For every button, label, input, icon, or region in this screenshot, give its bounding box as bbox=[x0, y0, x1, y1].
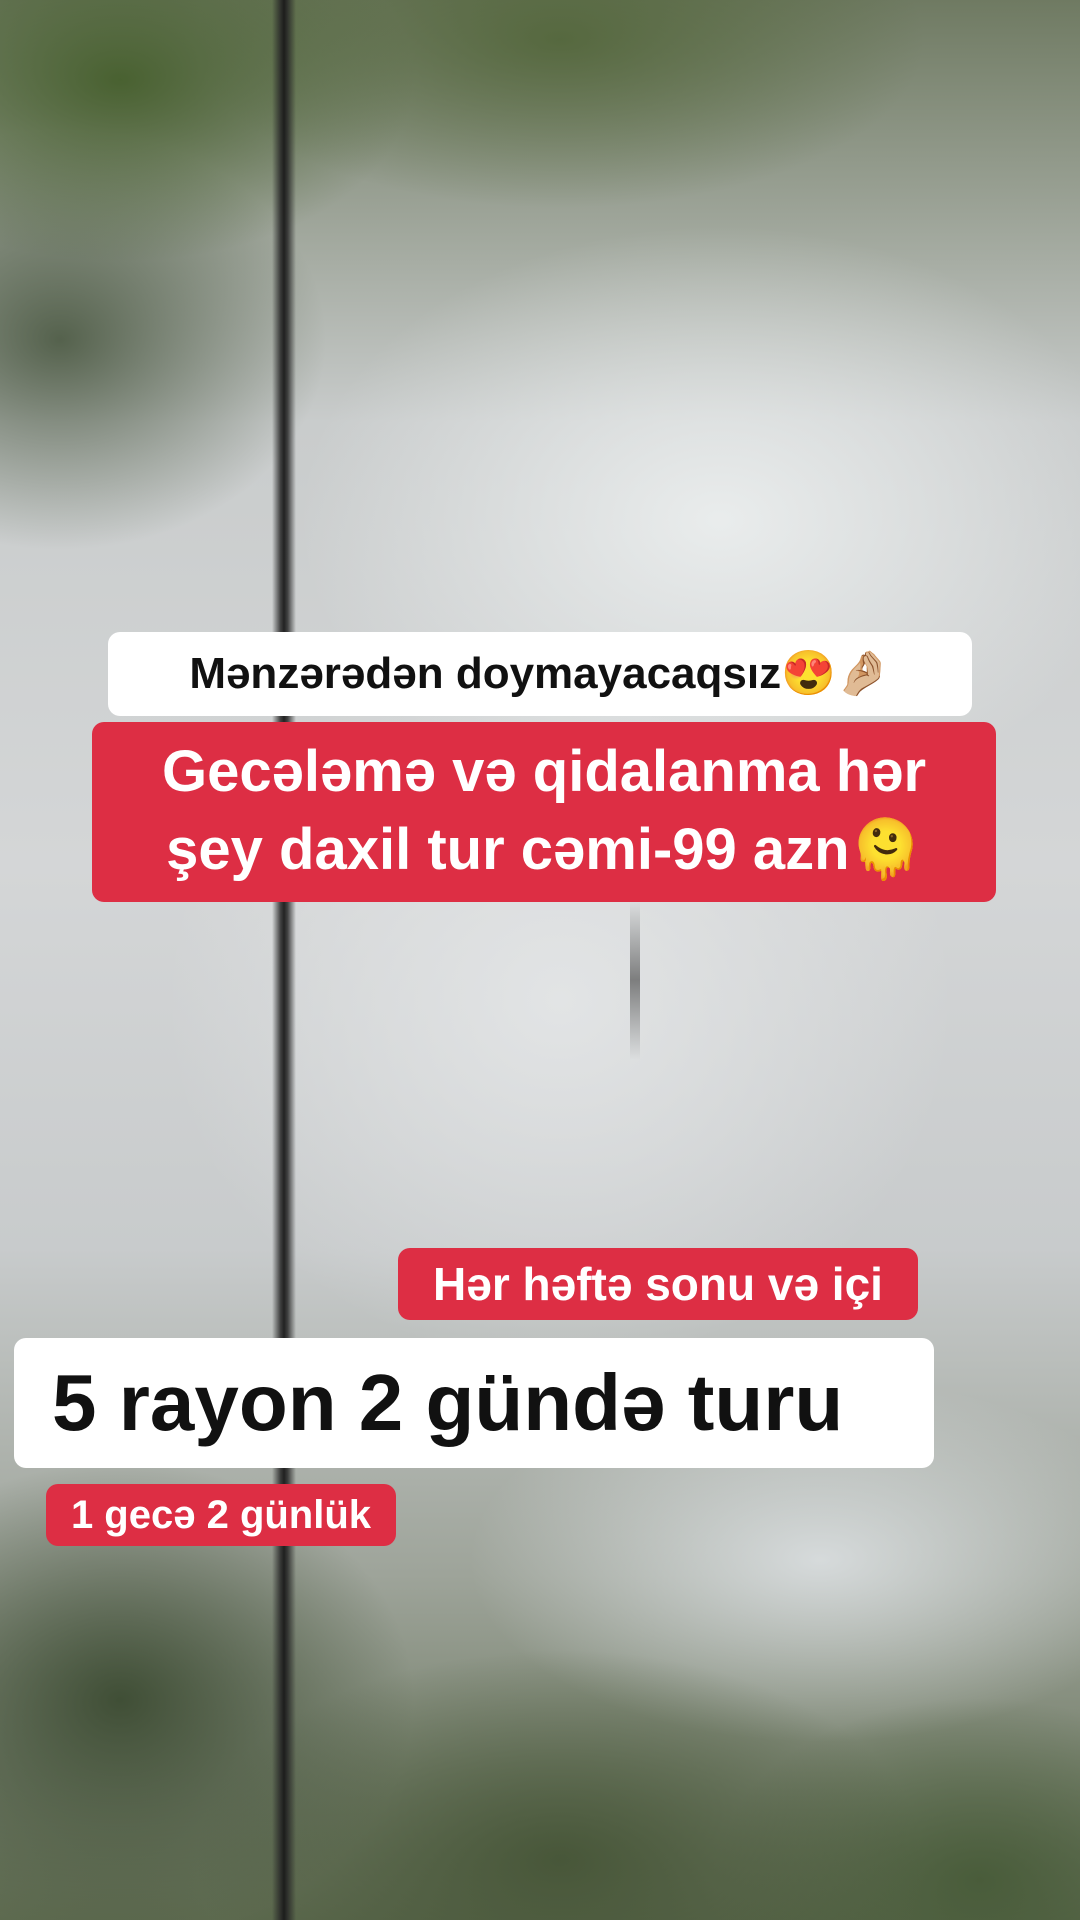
caption-schedule: Hər həftə sonu və içi bbox=[398, 1248, 918, 1320]
caption-duration: 1 gecə 2 günlük bbox=[46, 1484, 396, 1546]
video-background bbox=[0, 0, 1080, 1920]
caption-price: Gecələmə və qidalanma hər şey daxil tur … bbox=[92, 722, 996, 902]
caption-scenery: Mənzərədən doymayacaqsız😍🤌🏼 bbox=[108, 632, 972, 716]
background-pole bbox=[272, 0, 296, 1920]
caption-price-line-1: Gecələmə və qidalanma hər bbox=[161, 739, 927, 804]
background-streak bbox=[630, 900, 640, 1060]
caption-title: 5 rayon 2 gündə turu bbox=[14, 1338, 934, 1468]
caption-price-line-2: şey daxil tur cəmi-99 azn🫠 bbox=[166, 817, 922, 882]
